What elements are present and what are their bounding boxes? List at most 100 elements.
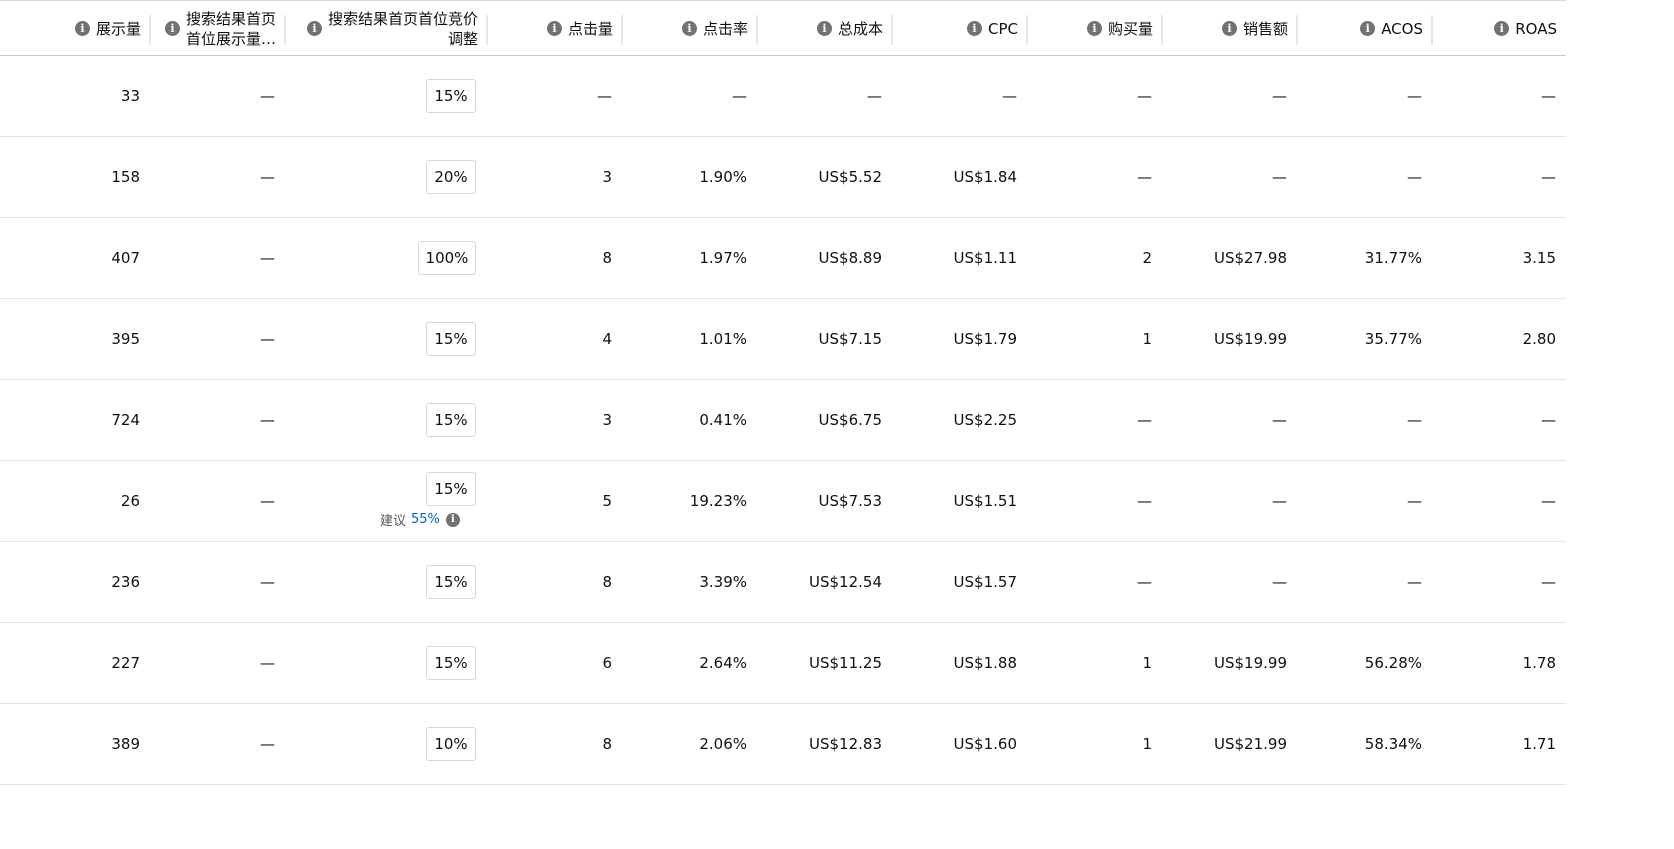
bid-adjustment-input[interactable]: 10% bbox=[426, 727, 476, 761]
cell-acos: 56.28% bbox=[1364, 654, 1422, 672]
cell-purchases: — bbox=[1137, 168, 1152, 186]
cell-ctr: 0.41% bbox=[699, 411, 747, 429]
cell-cost: US$12.83 bbox=[809, 735, 882, 753]
info-icon[interactable]: i bbox=[306, 21, 322, 36]
cell-cost: US$11.25 bbox=[809, 654, 882, 672]
table-header: i 展示量 i 搜索结果首页 首位展示量… i 搜索结果首页首位竞价 调整 i 点击量 i 点击率 i 总… bbox=[0, 0, 1566, 56]
cell-impressions: 724 bbox=[111, 411, 140, 429]
cell-roas: 2.80 bbox=[1522, 330, 1556, 348]
column-header-sales[interactable]: i 销售额 bbox=[1162, 1, 1297, 56]
cell-purchases: — bbox=[1137, 87, 1152, 105]
column-header-label: 销售额 bbox=[1242, 19, 1288, 38]
cell-acos: — bbox=[1407, 492, 1422, 510]
bid-adjustment-input[interactable]: 20% bbox=[426, 160, 476, 194]
cell-cost: US$6.75 bbox=[818, 411, 882, 429]
info-icon[interactable]: i bbox=[816, 21, 832, 36]
column-header-tos_bid_adj[interactable]: i 搜索结果首页首位竞价 调整 bbox=[285, 1, 487, 56]
cell-ctr: 1.90% bbox=[699, 168, 747, 186]
info-icon[interactable]: i bbox=[1360, 21, 1376, 36]
bid-adjustment-input[interactable]: 15% bbox=[426, 322, 476, 356]
cell-tos_impr: — bbox=[260, 573, 275, 591]
table-row: 236 — 15% 8 3.39% US$12.54 US$1.57 — — — — bbox=[0, 542, 1566, 623]
column-header-label: 点击量 bbox=[567, 19, 613, 38]
suggested-bid-adjustment: 建议 55% i bbox=[380, 510, 460, 529]
suggest-value-link[interactable]: 55% bbox=[411, 512, 440, 527]
cell-tos_impr: — bbox=[260, 654, 275, 672]
cell-sales: — bbox=[1272, 87, 1287, 105]
table-row: 26 — 15% 建议 55% i 5 19.23% US$7.53 US$1.51 — — — — bbox=[0, 461, 1566, 542]
column-header-acos[interactable]: i ACOS bbox=[1297, 1, 1432, 56]
column-header-cost[interactable]: i 总成本 bbox=[757, 1, 892, 56]
bid-adjustment-input[interactable]: 15% bbox=[426, 79, 476, 113]
column-resize-handle[interactable] bbox=[621, 15, 623, 45]
bid-adjustment-input[interactable]: 15% bbox=[426, 646, 476, 680]
cell-sales: US$27.98 bbox=[1214, 249, 1287, 267]
bid-adjustment-input[interactable]: 15% bbox=[426, 472, 476, 506]
column-header-impressions[interactable]: i 展示量 bbox=[0, 1, 150, 56]
cell-tos_impr: — bbox=[260, 411, 275, 429]
info-icon[interactable]: i bbox=[1221, 21, 1237, 36]
cell-roas: 3.15 bbox=[1522, 249, 1556, 267]
cell-ctr: 19.23% bbox=[689, 492, 747, 510]
cell-cost: US$8.89 bbox=[818, 249, 882, 267]
column-resize-handle[interactable] bbox=[1431, 15, 1433, 45]
column-resize-handle[interactable] bbox=[149, 15, 151, 45]
info-icon[interactable]: i bbox=[74, 21, 90, 36]
column-resize-handle[interactable] bbox=[486, 15, 488, 45]
cell-clicks: — bbox=[597, 87, 612, 105]
column-header-clicks[interactable]: i 点击量 bbox=[487, 1, 622, 56]
cell-cpc: US$2.25 bbox=[953, 411, 1017, 429]
column-header-label-line2: 首位展示量… bbox=[185, 29, 276, 48]
cell-ctr: 1.01% bbox=[699, 330, 747, 348]
cell-roas: 1.71 bbox=[1522, 735, 1556, 753]
column-header-label: 总成本 bbox=[837, 19, 883, 38]
bid-adjustment-input[interactable]: 15% bbox=[426, 565, 476, 599]
column-header-ctr[interactable]: i 点击率 bbox=[622, 1, 757, 56]
column-header-tos_impr[interactable]: i 搜索结果首页 首位展示量… bbox=[150, 1, 285, 56]
cell-ctr: 3.39% bbox=[699, 573, 747, 591]
cell-impressions: 389 bbox=[111, 735, 140, 753]
table-row: 33 — 15% — — — — — — — — bbox=[0, 56, 1566, 137]
cell-cost: US$12.54 bbox=[809, 573, 882, 591]
column-resize-handle[interactable] bbox=[891, 15, 893, 45]
cell-acos: — bbox=[1407, 573, 1422, 591]
column-header-cpc[interactable]: i CPC bbox=[892, 1, 1027, 56]
column-resize-handle[interactable] bbox=[1296, 15, 1298, 45]
cell-purchases: 1 bbox=[1142, 654, 1152, 672]
bid-adjustment-input[interactable]: 100% bbox=[418, 241, 476, 275]
cell-purchases: 1 bbox=[1142, 330, 1152, 348]
metrics-table: i 展示量 i 搜索结果首页 首位展示量… i 搜索结果首页首位竞价 调整 i 点击量 i 点击率 i 总… bbox=[0, 0, 1566, 785]
column-resize-handle[interactable] bbox=[756, 15, 758, 45]
column-resize-handle[interactable] bbox=[1161, 15, 1163, 45]
column-header-purchases[interactable]: i 购买量 bbox=[1027, 1, 1162, 56]
cell-cpc: US$1.60 bbox=[953, 735, 1017, 753]
cell-roas: — bbox=[1541, 87, 1556, 105]
cell-ctr: 2.64% bbox=[699, 654, 747, 672]
column-header-roas[interactable]: i ROAS bbox=[1432, 1, 1566, 56]
cell-clicks: 4 bbox=[602, 330, 612, 348]
cell-acos: 58.34% bbox=[1364, 735, 1422, 753]
cell-impressions: 236 bbox=[111, 573, 140, 591]
cell-impressions: 33 bbox=[120, 87, 140, 105]
column-resize-handle[interactable] bbox=[284, 15, 286, 45]
cell-tos_impr: — bbox=[260, 330, 275, 348]
info-icon[interactable]: i bbox=[681, 21, 697, 36]
cell-ctr: 1.97% bbox=[699, 249, 747, 267]
info-icon[interactable]: i bbox=[967, 21, 982, 36]
info-icon[interactable]: i bbox=[1086, 21, 1102, 36]
cell-clicks: 5 bbox=[602, 492, 612, 510]
info-icon[interactable]: i bbox=[1494, 21, 1510, 36]
column-resize-handle[interactable] bbox=[1026, 15, 1028, 45]
cell-impressions: 158 bbox=[111, 168, 140, 186]
cell-roas: — bbox=[1541, 492, 1556, 510]
info-icon[interactable]: i bbox=[546, 21, 562, 36]
cell-impressions: 26 bbox=[120, 492, 140, 510]
cell-cpc: US$1.57 bbox=[953, 573, 1017, 591]
cell-ctr: 2.06% bbox=[699, 735, 747, 753]
info-icon[interactable]: i bbox=[445, 512, 460, 527]
cell-cost: US$7.15 bbox=[818, 330, 882, 348]
column-header-label: 展示量 bbox=[95, 19, 141, 38]
cell-tos_impr: — bbox=[260, 492, 275, 510]
info-icon[interactable]: i bbox=[164, 21, 180, 36]
bid-adjustment-input[interactable]: 15% bbox=[426, 403, 476, 437]
